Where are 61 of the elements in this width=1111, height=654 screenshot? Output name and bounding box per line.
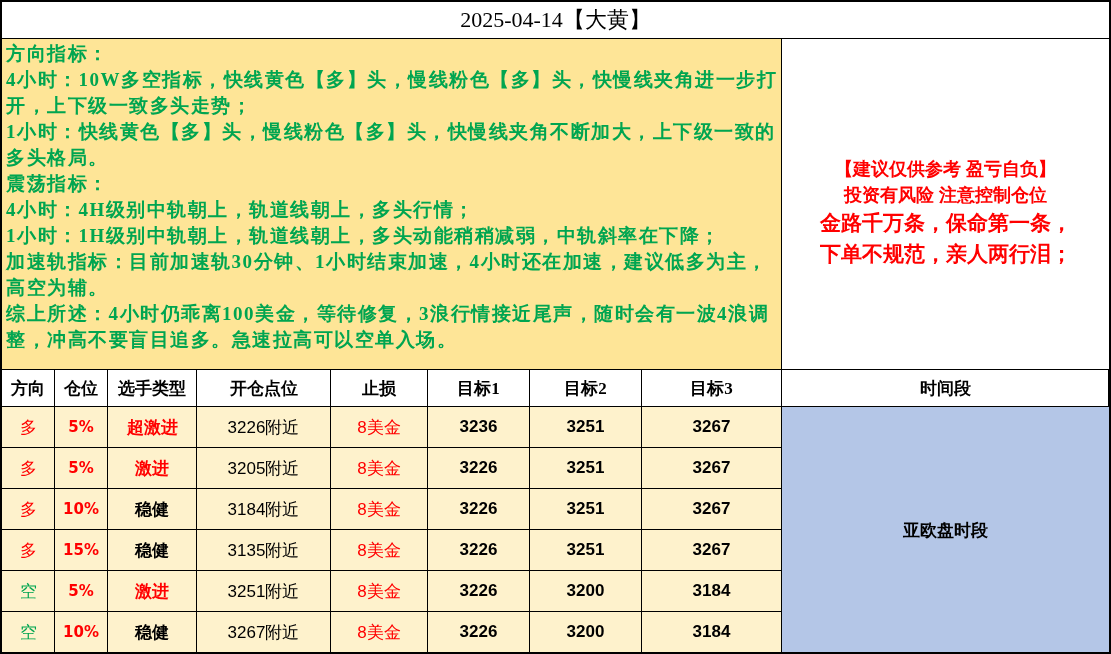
table-cell: 3135附近 xyxy=(197,530,331,571)
table-cell: 3200 xyxy=(530,612,642,652)
table-cell: 3205附近 xyxy=(197,448,331,489)
analysis-text: 1小时：快线黄色【多】头，慢线粉色【多】头，快慢线夹角不断加大，上下级一致的多头格局。 xyxy=(6,120,777,170)
disclaimer-text: 金路千万条，保命第一条， xyxy=(819,210,1072,237)
table-cell: 3251 xyxy=(530,489,642,530)
table-cell: 3184 xyxy=(642,612,782,652)
table-cell: 空 xyxy=(2,571,55,612)
table-cell: 3226 xyxy=(428,571,530,612)
analysis-text: 4小时：4H级别中轨朝上，轨道线朝上，多头行情； xyxy=(6,198,476,222)
table-cell: 8美金 xyxy=(331,571,428,612)
table-cell: 5% xyxy=(55,407,108,448)
analysis-text: 加速轨指标：目前加速轨30分钟、1小时结束加速，4小时还在加速，建议低多为主，高空为辅。 xyxy=(6,250,769,300)
analysis-text: 综上所述：4小时仍乖离100美金，等待修复，3浪行情接近尾声，随时会有一波4浪调整，冲高不要盲目追多。急速拉高可以空单入场。 xyxy=(6,302,770,352)
table-cell: 3200 xyxy=(530,571,642,612)
table-cell: 多 xyxy=(2,530,55,571)
table-cell: 3184 xyxy=(642,571,782,612)
table-cell: 3267附近 xyxy=(197,612,331,652)
analysis-text: 4小时：10W多空指标，快线黄色【多】头，慢线粉色【多】头，快慢线夹角进一步打开，上下级一致多头走势； xyxy=(6,68,777,118)
table-cell: 5% xyxy=(55,448,108,489)
table-cell: 稳健 xyxy=(108,489,197,530)
table-cell: 多 xyxy=(2,407,55,448)
table-cell: 8美金 xyxy=(331,612,428,652)
table-cell: 激进 xyxy=(108,571,197,612)
table-cell: 15% xyxy=(55,530,108,571)
analysis-text: 1小时：1H级别中轨朝上，轨道线朝上，多头动能稍稍减弱，中轨斜率在下降； xyxy=(6,224,722,248)
table-cell: 3226 xyxy=(428,489,530,530)
table-cell: 8美金 xyxy=(331,530,428,571)
table-cell: 3226 xyxy=(428,612,530,652)
table-cell: 多 xyxy=(2,489,55,530)
table-cell: 3267 xyxy=(642,448,782,489)
table-cell: 3251 xyxy=(530,407,642,448)
table-cell: 稳健 xyxy=(108,612,197,652)
table-cell: 稳健 xyxy=(108,530,197,571)
table-cell: 3251 xyxy=(530,448,642,489)
disclaimer-text: 【建议仅供参考 盈亏自负】 xyxy=(835,158,1056,181)
table-cell: 3267 xyxy=(642,530,782,571)
table-cell: 3236 xyxy=(428,407,530,448)
disclaimer-text: 下单不规范，亲人两行泪； xyxy=(819,241,1072,268)
table-cell: 3226 xyxy=(428,448,530,489)
table-cell: 8美金 xyxy=(331,448,428,489)
table-cell: 3226附近 xyxy=(197,407,331,448)
analysis-text: 方向指标： xyxy=(6,42,110,66)
table-cell: 超激进 xyxy=(108,407,197,448)
table-cell: 8美金 xyxy=(331,489,428,530)
table-cell: 3226 xyxy=(428,530,530,571)
table-cell: 10% xyxy=(55,489,108,530)
table-cell: 3251 xyxy=(530,530,642,571)
table-cell: 3251附近 xyxy=(197,571,331,612)
analysis-text: 震荡指标： xyxy=(6,172,110,196)
table-cell: 多 xyxy=(2,448,55,489)
table-cell: 亚欧盘时段 xyxy=(782,407,1109,652)
disclaimer-text: 投资有风险 注意控制仓位 xyxy=(844,184,1047,207)
table-cell: 10% xyxy=(55,612,108,652)
table-cell: 3267 xyxy=(642,407,782,448)
table-cell: 8美金 xyxy=(331,407,428,448)
table-cell: 激进 xyxy=(108,448,197,489)
table-cell: 3184附近 xyxy=(197,489,331,530)
table-cell: 空 xyxy=(2,612,55,652)
table-cell: 5% xyxy=(55,571,108,612)
table-cell: 3267 xyxy=(642,489,782,530)
